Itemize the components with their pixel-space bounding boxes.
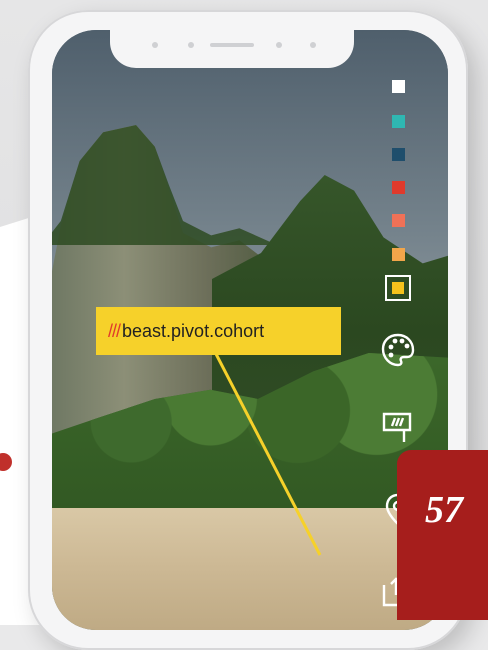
notch-dot bbox=[276, 42, 282, 48]
swatch-teal[interactable] bbox=[392, 115, 405, 128]
phone-notch bbox=[110, 30, 354, 68]
swatch-red[interactable] bbox=[392, 181, 405, 194]
location-callout[interactable]: /// beast.pivot.cohort bbox=[96, 307, 341, 355]
palette-icon[interactable] bbox=[380, 332, 416, 368]
swatch-navy[interactable] bbox=[392, 148, 405, 161]
notch-dot bbox=[188, 42, 194, 48]
selected-swatch[interactable] bbox=[385, 275, 411, 301]
swatch-white[interactable] bbox=[392, 80, 405, 93]
notch-dot bbox=[310, 42, 316, 48]
swatch-coral[interactable] bbox=[392, 214, 405, 227]
page-number-tag: 57 bbox=[397, 450, 488, 620]
speaker-grille bbox=[210, 43, 254, 47]
swatch-orange[interactable] bbox=[392, 248, 405, 261]
callout-slashes: /// bbox=[108, 320, 121, 341]
notch-dot bbox=[152, 42, 158, 48]
flag-icon[interactable] bbox=[380, 408, 416, 444]
selected-swatch-color bbox=[392, 282, 404, 294]
callout-text: beast.pivot.cohort bbox=[122, 320, 265, 341]
page-number: 57 bbox=[425, 489, 463, 531]
